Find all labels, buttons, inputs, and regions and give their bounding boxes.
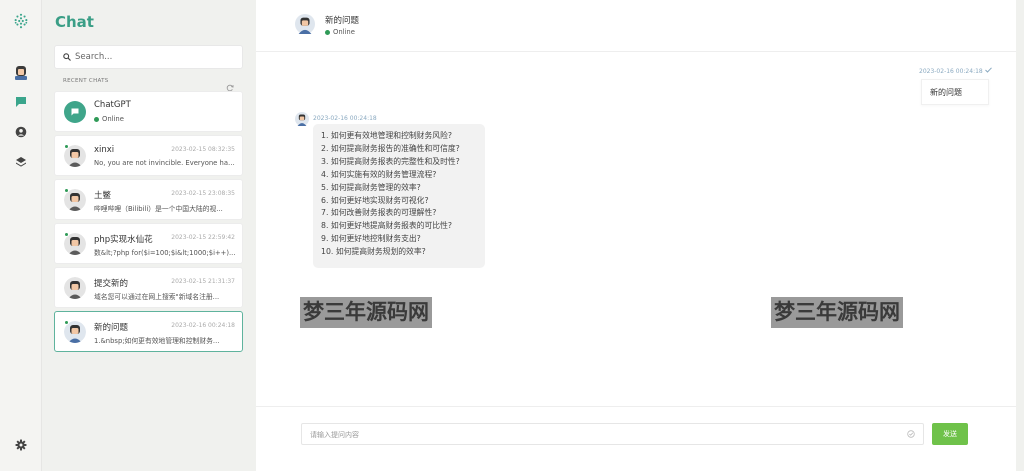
chat-item[interactable]: php实现水仙花 2023-02-15 22:59:42 数&lt;?php f… bbox=[54, 223, 243, 264]
online-status-text: Online bbox=[333, 28, 355, 36]
chat-icon[interactable] bbox=[13, 94, 29, 110]
send-button[interactable]: 发送 bbox=[932, 423, 968, 445]
gear-icon[interactable] bbox=[13, 437, 29, 453]
bot-message-line: 6. 如何更好地实现财务可视化? bbox=[321, 195, 429, 205]
check-circle-icon[interactable] bbox=[907, 430, 915, 438]
bot-message-line: 9. 如何更好地控制财务支出? bbox=[321, 234, 421, 244]
user-circle-icon[interactable] bbox=[13, 124, 29, 140]
avatar bbox=[64, 277, 86, 299]
chat-item-time: 2023-02-15 21:31:37 bbox=[171, 278, 235, 285]
search-box[interactable] bbox=[54, 45, 243, 69]
bot-message-line: 1. 如何更有效地管理和控制财务风险? bbox=[321, 131, 453, 140]
chat-item-name: 提交新的 bbox=[94, 279, 129, 289]
online-dot bbox=[64, 188, 69, 193]
user-message-bubble: 新的问题 bbox=[921, 79, 989, 105]
search-input[interactable] bbox=[75, 49, 235, 65]
chat-list-panel: Chat RECENT CHATS ChatGPT Online bbox=[42, 0, 256, 471]
chat-item-preview: No, you are not invincible. Everyone has… bbox=[94, 159, 236, 167]
chat-item-time: 2023-02-15 08:32:35 bbox=[171, 146, 235, 153]
chat-bubble-icon bbox=[71, 108, 79, 116]
online-dot bbox=[94, 116, 99, 122]
chat-main: 新的问题 Online 2023-02-16 00:24:18 新的问题 202… bbox=[256, 0, 1024, 471]
watermark: 梦三年源码网 bbox=[300, 297, 432, 328]
chat-item-name: 土鳖 bbox=[94, 191, 112, 201]
chat-item-active[interactable]: 新的问题 2023-02-16 00:24:18 1.&nbsp;如何更有效地管… bbox=[54, 311, 243, 352]
online-status: Online bbox=[325, 28, 355, 36]
online-status-text: Online bbox=[102, 115, 124, 123]
chat-item-time: 2023-02-15 23:08:35 bbox=[171, 190, 235, 197]
search-icon bbox=[63, 53, 71, 61]
chat-item-name: ChatGPT bbox=[94, 100, 131, 110]
online-dot bbox=[64, 144, 69, 149]
message-input-box[interactable] bbox=[301, 423, 924, 445]
avatar bbox=[295, 112, 309, 126]
logo-icon[interactable] bbox=[13, 13, 29, 29]
watermark: 梦三年源码网 bbox=[771, 297, 903, 328]
chat-item-time: 2023-02-15 22:59:42 bbox=[171, 234, 235, 241]
bot-message-line: 8. 如何更好地提高财务报表的可比性? bbox=[321, 221, 453, 231]
right-edge bbox=[1016, 0, 1024, 471]
chat-item-preview: 数&lt;?php for($i=100;$i&lt;1000;$i++)... bbox=[94, 249, 236, 257]
chat-item-preview: 哔哩哔哩（Bilibili）是一个中国大陆的视... bbox=[94, 205, 223, 213]
chat-item-chatgpt[interactable]: ChatGPT Online bbox=[54, 91, 243, 132]
bot-message-line: 4. 如何实施有效的财务管理流程? bbox=[321, 169, 437, 179]
message-time: 2023-02-16 00:24:18 bbox=[919, 67, 992, 75]
online-dot bbox=[325, 29, 330, 35]
chat-item-name: xinxi bbox=[94, 145, 115, 155]
chatgpt-avatar bbox=[64, 101, 86, 123]
chat-item-time: 2023-02-16 00:24:18 bbox=[171, 322, 235, 329]
chat-item-preview: 域名您可以通过在网上搜索"新域名注册... bbox=[94, 293, 220, 301]
avatar-icon[interactable] bbox=[13, 64, 29, 80]
bot-message-line: 10. 如何提高财务规划的效率? bbox=[321, 247, 426, 257]
icon-rail bbox=[0, 0, 42, 471]
layers-icon[interactable] bbox=[13, 154, 29, 170]
chat-item[interactable]: 土鳖 2023-02-15 23:08:35 哔哩哔哩（Bilibili）是一个… bbox=[54, 179, 243, 220]
recent-chats-label: RECENT CHATS bbox=[63, 78, 109, 84]
panel-title: Chat bbox=[55, 13, 94, 31]
message-time-text: 2023-02-16 00:24:18 bbox=[919, 68, 983, 75]
online-dot bbox=[64, 232, 69, 237]
chat-item-name: 新的问题 bbox=[94, 323, 129, 333]
bot-message-line: 7. 如何改善财务报表的可理解性? bbox=[321, 208, 437, 218]
chat-item-preview: 1.&nbsp;如何更有效地管理和控制财务... bbox=[94, 337, 220, 345]
chat-item[interactable]: xinxi 2023-02-15 08:32:35 No, you are no… bbox=[54, 135, 243, 176]
bot-message-line: 3. 如何提高财务报表的完整性和及时性? bbox=[321, 156, 460, 166]
message-time: 2023-02-16 00:24:18 bbox=[313, 115, 377, 122]
chat-item-name: php实现水仙花 bbox=[94, 235, 153, 245]
chat-header: 新的问题 Online bbox=[256, 0, 1024, 52]
avatar bbox=[295, 14, 315, 34]
check-icon bbox=[984, 67, 992, 73]
chat-item[interactable]: 提交新的 2023-02-15 21:31:37 域名您可以通过在网上搜索"新域… bbox=[54, 267, 243, 308]
composer: 发送 bbox=[256, 406, 1016, 471]
bot-message-line: 5. 如何提高财务管理的效率? bbox=[321, 182, 421, 192]
online-status: Online bbox=[94, 115, 124, 123]
online-dot bbox=[64, 320, 69, 325]
bot-message-line: 2. 如何提高财务报告的准确性和可信度? bbox=[321, 143, 460, 153]
message-input[interactable] bbox=[310, 428, 900, 441]
chat-title: 新的问题 bbox=[325, 16, 360, 26]
bot-message-bubble: 1. 如何更有效地管理和控制财务风险? 2. 如何提高财务报告的准确性和可信度?… bbox=[313, 124, 485, 268]
